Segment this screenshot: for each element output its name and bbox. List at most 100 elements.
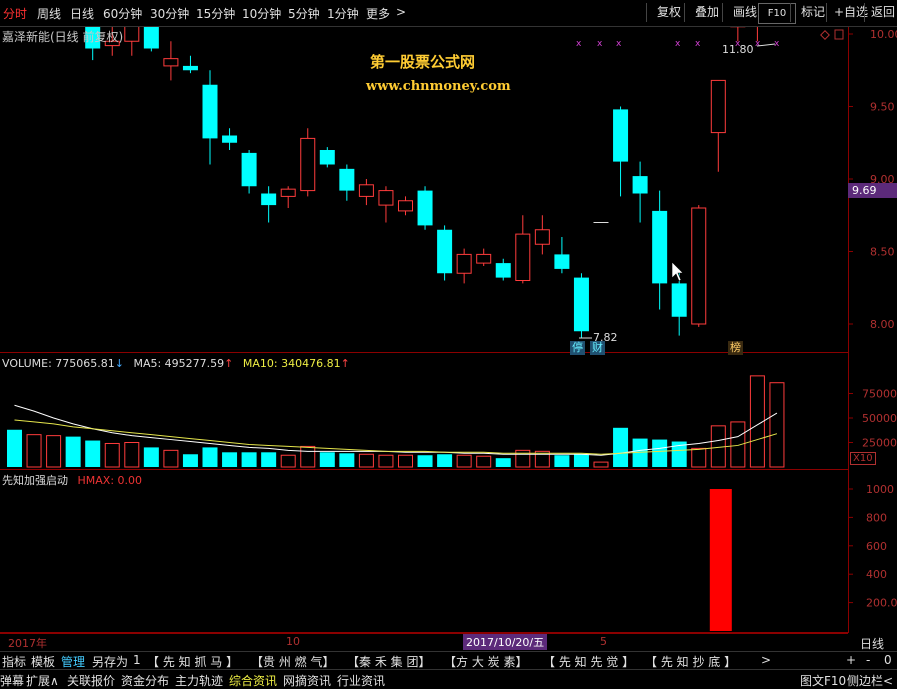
template-tab[interactable]: 模板: [31, 653, 55, 670]
more-arrow-icon[interactable]: >: [396, 5, 406, 19]
signal-marker: x: [695, 39, 701, 49]
formula-tab[interactable]: 【 先 知 抄 底 】: [645, 653, 736, 670]
volume-axis: 75000 50000 25000: [848, 388, 897, 450]
related-quotes-tab[interactable]: 关联报价: [67, 672, 115, 689]
back-button[interactable]: 返回: [864, 3, 897, 22]
volume-tick-label: 50000: [862, 412, 897, 425]
candlestick-series: [85, 27, 758, 339]
candle-body: [652, 210, 668, 284]
high-price-label: 11.80: [722, 43, 754, 56]
candle-body: [437, 229, 453, 274]
fund-distribution-tab[interactable]: 资金分布: [121, 672, 169, 689]
f10-graphic-button[interactable]: 图文F10: [800, 672, 846, 689]
up-arrow-icon: ↑: [340, 357, 350, 370]
price-tick-label: 8.00: [870, 318, 895, 331]
hmax-value: HMAX: 0.00: [77, 474, 143, 487]
candle-body: [671, 283, 687, 317]
formula-tab[interactable]: 【 先 知 抓 马 】: [147, 653, 238, 670]
sidebar-toggle-button[interactable]: 侧边栏<: [847, 672, 893, 689]
candle-body: [495, 263, 511, 278]
main-force-tab[interactable]: 主力轨迹: [175, 672, 223, 689]
formula-tab[interactable]: 【 先 知 先 觉 】: [543, 653, 634, 670]
volume-unit: X10: [850, 452, 876, 465]
volume-bar: [163, 449, 179, 468]
volume-bar: [554, 455, 570, 467]
volume-bar: [202, 447, 218, 467]
candle-body: [476, 253, 492, 264]
volume-bar: [573, 454, 589, 467]
volume-bar: [456, 454, 472, 468]
date-label-10: 10: [286, 635, 300, 648]
volume-bar: [300, 445, 316, 468]
candle-body: [691, 207, 707, 325]
candle-body: [632, 176, 648, 194]
volume-bar: [437, 454, 453, 467]
period-tab-60min[interactable]: 60分钟: [103, 5, 142, 22]
zoom-out-button[interactable]: -: [866, 653, 870, 667]
price-tick-label: 8.50: [870, 246, 895, 259]
indicator-tick-label: 200.0: [866, 597, 897, 610]
volume-header: VOLUME: 775065.81↓ MA5: 495277.59 ↑ MA10:…: [2, 357, 350, 370]
reset-zoom-button[interactable]: 0: [884, 653, 892, 667]
candle-body: [124, 27, 140, 42]
period-tab-weekly[interactable]: 周线: [37, 5, 61, 22]
barrage-button[interactable]: 弹幕: [0, 672, 24, 689]
volume-bar: [182, 454, 198, 467]
period-tab-more[interactable]: 更多: [366, 5, 390, 22]
volume-value: VOLUME: 775065.81: [2, 357, 115, 370]
indicator-tick-label: 800: [866, 511, 887, 524]
manage-tab[interactable]: 管理: [61, 653, 85, 670]
candle-body: [456, 253, 472, 274]
period-tab-30min[interactable]: 30分钟: [150, 5, 189, 22]
volume-tick-label: 75000: [862, 388, 897, 401]
candle-body: [378, 190, 394, 206]
expand-button[interactable]: 扩展∧: [26, 672, 59, 689]
period-tab-5min[interactable]: 5分钟: [288, 5, 320, 22]
financial-tag[interactable]: 财: [590, 341, 605, 355]
bottom-tool-bar: 弹幕 扩展∧ 关联报价 资金分布 主力轨迹 综合资讯 网摘资讯 行业资讯 图文F…: [0, 669, 897, 689]
candle-body: [319, 150, 335, 165]
mouse-cursor-icon: [671, 261, 684, 282]
panel-control-icons[interactable]: [820, 29, 844, 40]
tab-number: 1: [133, 653, 141, 667]
suspension-tag[interactable]: 停: [570, 341, 585, 355]
zoom-in-button[interactable]: +: [846, 653, 856, 667]
watermark-url: www.chnmoney.com: [366, 79, 511, 94]
candle-body: [710, 79, 726, 134]
price-tick-label: 10.00: [870, 28, 897, 41]
volume-bar: [124, 442, 140, 468]
down-arrow-icon: ↓: [114, 357, 124, 370]
period-tab-15min[interactable]: 15分钟: [196, 5, 235, 22]
candle-body: [613, 109, 629, 162]
period-tab-fenshi[interactable]: 分时: [3, 5, 27, 22]
indicator-tab[interactable]: 指标: [2, 653, 26, 670]
date-label-5: 5: [600, 635, 607, 648]
indicator-name[interactable]: 先知加强启动: [2, 474, 68, 487]
volume-bar: [319, 452, 335, 467]
ma10-value: MA10: 340476.81: [242, 357, 341, 370]
period-indicator[interactable]: 日线: [860, 635, 884, 652]
volume-bar: [241, 452, 257, 467]
news-digest-tab[interactable]: 网摘资讯: [283, 672, 331, 689]
period-tab-10min[interactable]: 10分钟: [242, 5, 281, 22]
candle-body: [417, 190, 433, 226]
volume-bar: [613, 427, 629, 467]
comprehensive-info-tab[interactable]: 综合资讯: [229, 672, 277, 689]
industry-info-tab[interactable]: 行业资讯: [337, 672, 385, 689]
dragon-tiger-tag[interactable]: 榜: [728, 341, 743, 355]
indicator-axis: 1000 800 600 400 200.0: [848, 483, 897, 610]
indicator-header: 先知加强启动 HMAX: 0.00: [2, 472, 142, 488]
ma5-value: MA5: 495277.59: [133, 357, 225, 370]
price-tick-label: 9.50: [870, 101, 895, 114]
candle-body: [534, 229, 550, 245]
formula-tab[interactable]: 【贵 州 燃 气】: [251, 653, 334, 670]
signal-marker: x: [675, 39, 681, 49]
formula-tab[interactable]: 【方 大 炭 素】: [444, 653, 527, 670]
period-tab-daily[interactable]: 日线: [70, 5, 94, 22]
volume-bar: [691, 447, 707, 468]
formula-tab[interactable]: 【秦 禾 集 团】: [347, 653, 430, 670]
period-tab-1min[interactable]: 1分钟: [327, 5, 359, 22]
chart-canvas[interactable]: 11.5011.0010.5010.009.509.008.508.00 750…: [0, 27, 897, 633]
next-tab-arrow-icon[interactable]: >: [761, 653, 771, 667]
save-as-tab[interactable]: 另存为: [92, 653, 128, 670]
